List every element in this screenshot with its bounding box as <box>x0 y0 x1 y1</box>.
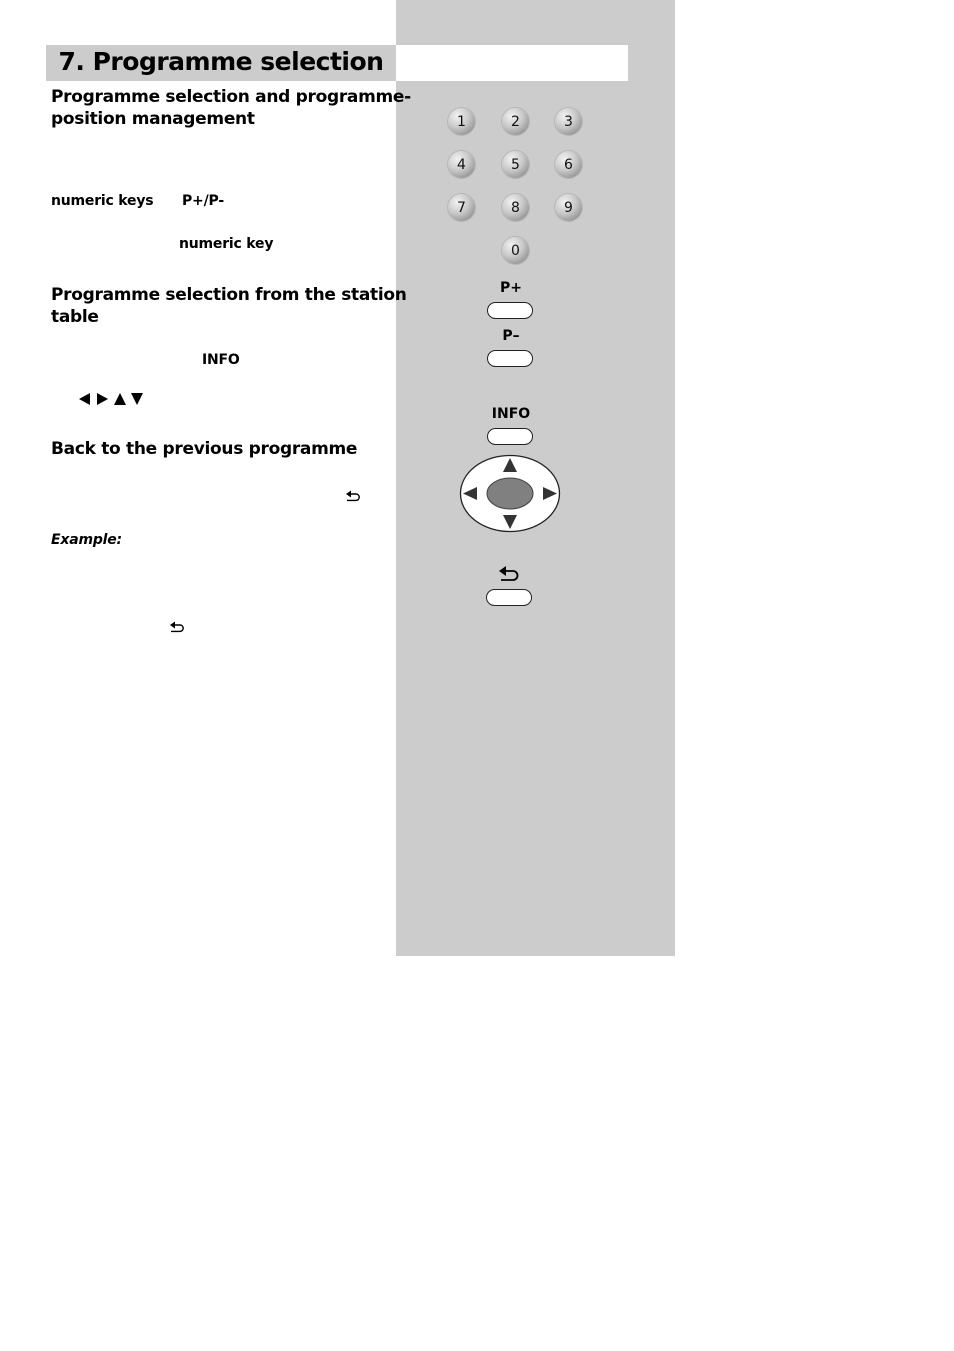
keyword-numeric-key: numeric key <box>179 236 274 252</box>
title-bar-strip <box>396 45 628 81</box>
p-plus-label: P+ <box>500 280 522 296</box>
numeric-key-4[interactable]: 4 <box>448 151 475 178</box>
return-icon <box>498 565 520 586</box>
return-icon <box>345 487 361 506</box>
return-button[interactable] <box>486 589 532 606</box>
return-icon <box>169 618 185 637</box>
page-title: 7. Programme selection <box>58 47 384 76</box>
section-heading-station-table: Programme selection from the station tab… <box>51 284 407 328</box>
info-label: INFO <box>491 406 531 422</box>
section-heading-previous-programme: Back to the previous programme <box>51 439 358 459</box>
dpad-ok-button[interactable] <box>486 477 534 510</box>
arrow-keys-icons <box>79 391 147 410</box>
numeric-key-9[interactable]: 9 <box>555 194 582 221</box>
arrow-keys-icon <box>79 393 143 405</box>
example-label: Example: <box>51 532 122 548</box>
p-minus-label: P– <box>502 328 520 344</box>
numeric-key-6[interactable]: 6 <box>555 151 582 178</box>
heading-line: position management <box>51 109 255 129</box>
heading-line: Programme selection and programme- <box>51 87 411 107</box>
info-button[interactable] <box>487 428 533 445</box>
keyword-info: INFO <box>202 352 240 368</box>
numeric-key-2[interactable]: 2 <box>502 108 529 135</box>
keyword-numeric-keys: numeric keys <box>51 193 154 209</box>
numeric-key-8[interactable]: 8 <box>502 194 529 221</box>
heading-line: Programme selection from the station <box>51 285 407 305</box>
p-plus-button[interactable] <box>487 302 533 319</box>
numeric-key-0[interactable]: 0 <box>502 237 529 264</box>
dpad[interactable] <box>459 454 561 537</box>
heading-line: table <box>51 307 99 327</box>
numeric-key-1[interactable]: 1 <box>448 108 475 135</box>
section-heading-programme-selection: Programme selection and programme- posit… <box>51 86 411 130</box>
numeric-key-5[interactable]: 5 <box>502 151 529 178</box>
keyword-p-plus-minus: P+/P- <box>182 193 224 209</box>
numeric-key-3[interactable]: 3 <box>555 108 582 135</box>
numeric-key-7[interactable]: 7 <box>448 194 475 221</box>
p-minus-button[interactable] <box>487 350 533 367</box>
